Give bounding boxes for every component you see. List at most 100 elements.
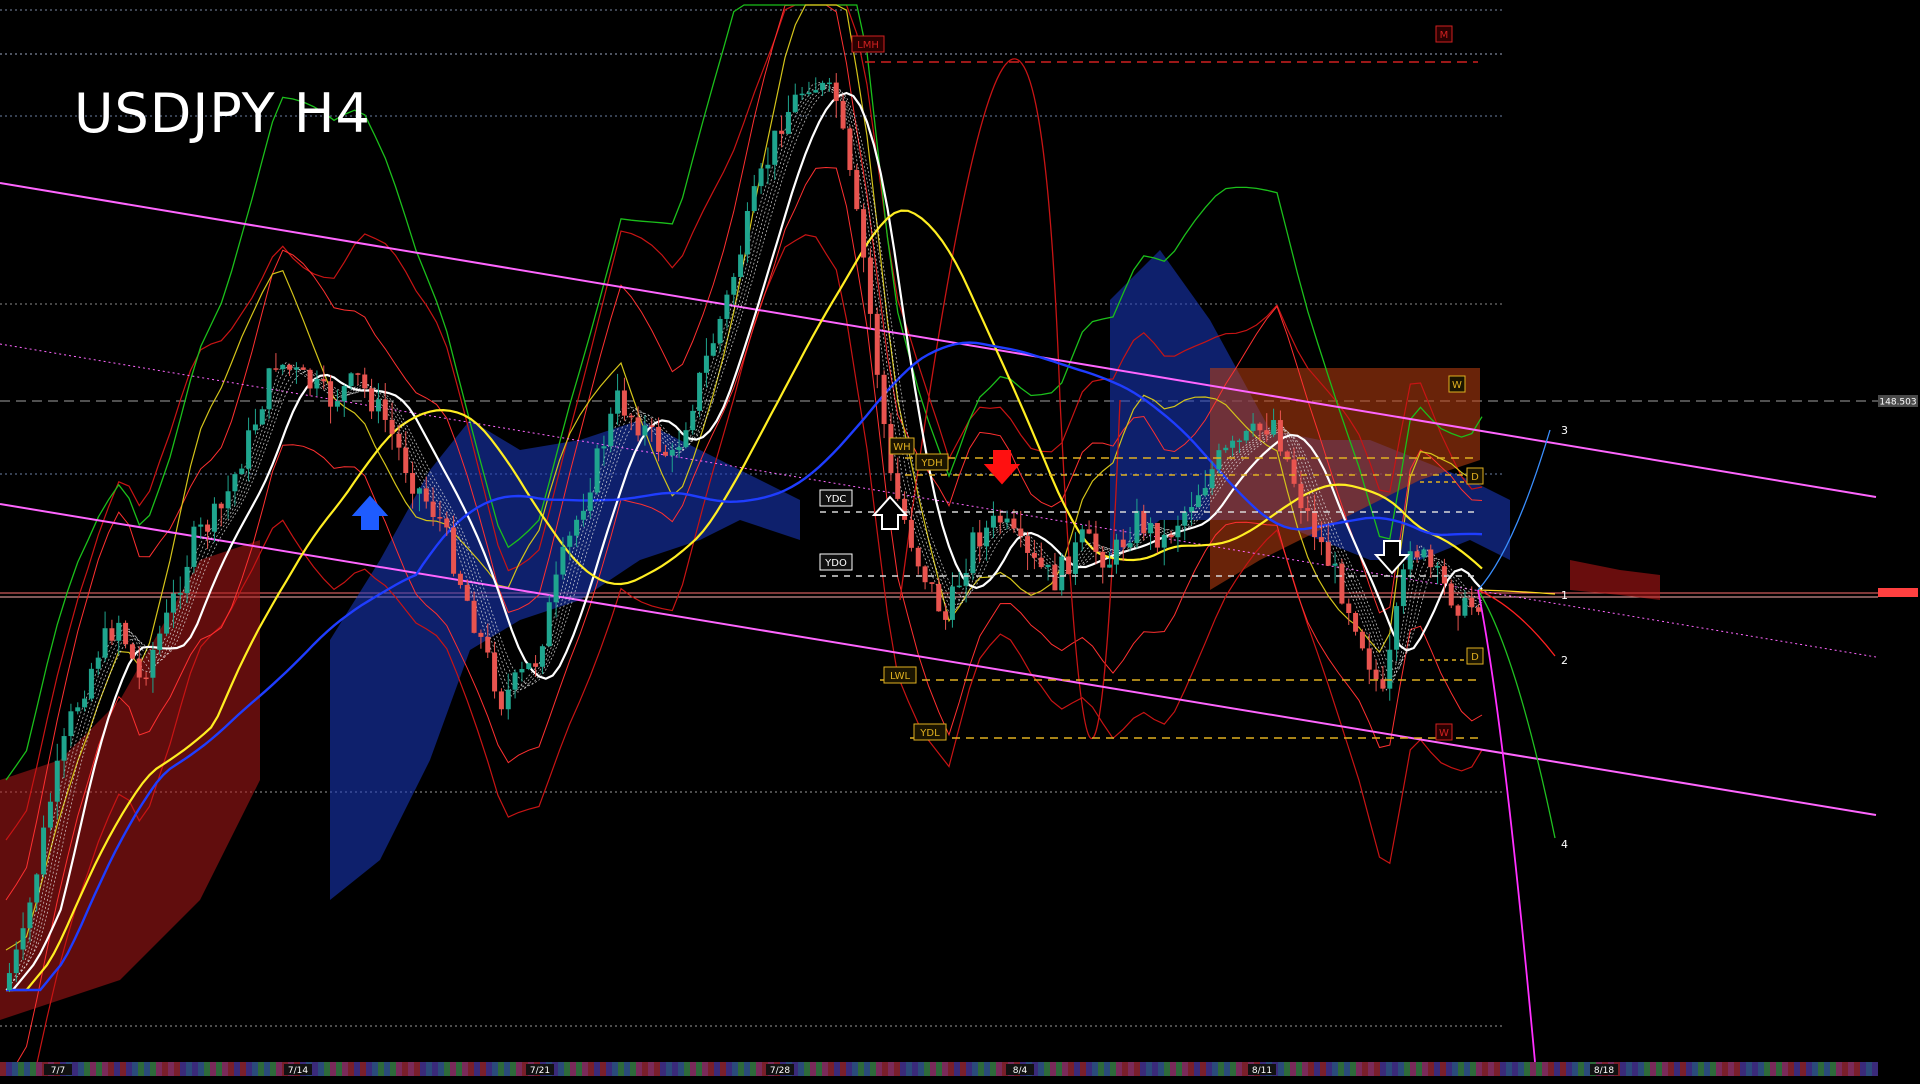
candle — [129, 642, 135, 660]
axis-strip-cell — [456, 1062, 462, 1076]
axis-strip-cell — [612, 1062, 618, 1076]
level-label-text: LWL — [890, 671, 911, 682]
candle-body — [136, 658, 142, 678]
candle-body — [198, 524, 204, 527]
axis-strip-cell — [948, 1062, 954, 1076]
axis-strip-cell — [1644, 1062, 1650, 1076]
candle-body — [703, 355, 709, 373]
candle-body — [1100, 551, 1106, 568]
axis-strip-cell — [78, 1062, 84, 1076]
candle-body — [451, 527, 457, 574]
candle-body — [820, 82, 826, 91]
level-label-ydc: YDC — [819, 489, 853, 507]
candle-body — [956, 585, 962, 588]
axis-strip-cell — [84, 1062, 90, 1076]
projection-label: 2 — [1561, 654, 1568, 667]
axis-strip-cell — [348, 1062, 354, 1076]
candle-body — [970, 532, 976, 574]
candle-body — [41, 827, 47, 875]
axis-strip-cell — [1584, 1062, 1590, 1076]
candle-body — [1018, 528, 1024, 537]
axis-strip-cell — [912, 1062, 918, 1076]
axis-strip-cell — [6, 1062, 12, 1076]
candle-body — [205, 524, 211, 532]
candle-body — [1223, 447, 1229, 451]
axis-strip-cell — [1692, 1062, 1698, 1076]
candle-body — [662, 451, 668, 456]
candle-body — [1387, 649, 1393, 689]
axis-strip-cell — [1092, 1062, 1098, 1076]
candle-body — [697, 372, 703, 411]
axis-strip-cell — [1770, 1062, 1776, 1076]
candle-body — [1072, 542, 1078, 574]
axis-strip-cell — [168, 1062, 174, 1076]
candle-body — [997, 515, 1003, 523]
axis-strip-cell — [1050, 1062, 1056, 1076]
level-label-w-upper: W — [1448, 375, 1466, 393]
candle-body — [34, 874, 40, 903]
axis-strip-cell — [864, 1062, 870, 1076]
axis-strip-cell — [1416, 1062, 1422, 1076]
axis-strip-cell — [1848, 1062, 1854, 1076]
candle-body — [553, 574, 559, 603]
axis-strip-cell — [1860, 1062, 1866, 1076]
axis-strip-cell — [708, 1062, 714, 1076]
candle-body — [293, 367, 299, 370]
axis-strip-cell — [18, 1062, 24, 1076]
axis-strip-cell — [1182, 1062, 1188, 1076]
axis-strip-cell — [900, 1062, 906, 1076]
axis-strip-cell — [1452, 1062, 1458, 1076]
candle-body — [847, 128, 853, 171]
axis-strip-cell — [756, 1062, 762, 1076]
candle-body — [82, 698, 88, 708]
level-label-wh: WH — [889, 437, 915, 455]
candle-body — [1168, 534, 1174, 538]
candle-body — [150, 649, 156, 678]
axis-strip-cell — [1110, 1062, 1116, 1076]
candle-body — [1243, 430, 1249, 441]
candle-body — [915, 547, 921, 567]
axis-strip-cell — [1224, 1062, 1230, 1076]
axis-strip-cell — [1398, 1062, 1404, 1076]
axis-strip-cell — [1146, 1062, 1152, 1076]
axis-strip-cell — [90, 1062, 96, 1076]
candle-body — [922, 566, 928, 583]
candle-body — [1421, 549, 1427, 558]
axis-strip-cell — [96, 1062, 102, 1076]
axis-strip-cell — [438, 1062, 444, 1076]
level-label-text: M — [1440, 30, 1449, 41]
candle-body — [526, 663, 532, 670]
axis-strip-cell — [1170, 1062, 1176, 1076]
axis-strip-cell — [1086, 1062, 1092, 1076]
axis-strip-cell — [492, 1062, 498, 1076]
candle-body — [225, 491, 231, 509]
axis-strip-cell — [972, 1062, 978, 1076]
axis-strip-cell — [990, 1062, 996, 1076]
axis-strip-cell — [1446, 1062, 1452, 1076]
candle-body — [307, 369, 313, 389]
candle-body — [485, 636, 491, 653]
level-label-d-lower: D — [1466, 647, 1484, 665]
axis-strip-cell — [1782, 1062, 1788, 1076]
axis-strip-cell — [1302, 1062, 1308, 1076]
candle-body — [1195, 495, 1201, 508]
candle-body — [61, 736, 67, 761]
candle-body — [1428, 549, 1434, 568]
candle-body — [984, 527, 990, 547]
axis-strip-cell — [576, 1062, 582, 1076]
axis-strip-cell — [954, 1062, 960, 1076]
candle-body — [1407, 551, 1413, 570]
axis-strip-cell — [0, 1062, 6, 1076]
axis-strip-cell — [1830, 1062, 1836, 1076]
candle-body — [840, 100, 846, 129]
axis-strip-cell — [1482, 1062, 1488, 1076]
axis-strip-cell — [930, 1062, 936, 1076]
candle — [123, 620, 129, 649]
axis-strip-cell — [1758, 1062, 1764, 1076]
candle-body — [252, 424, 258, 431]
candle-body — [621, 390, 627, 416]
axis-strip-cell — [180, 1062, 186, 1076]
axis-strip-cell — [1872, 1062, 1878, 1076]
candle-body — [936, 583, 942, 612]
projection-label: 4 — [1561, 838, 1568, 851]
